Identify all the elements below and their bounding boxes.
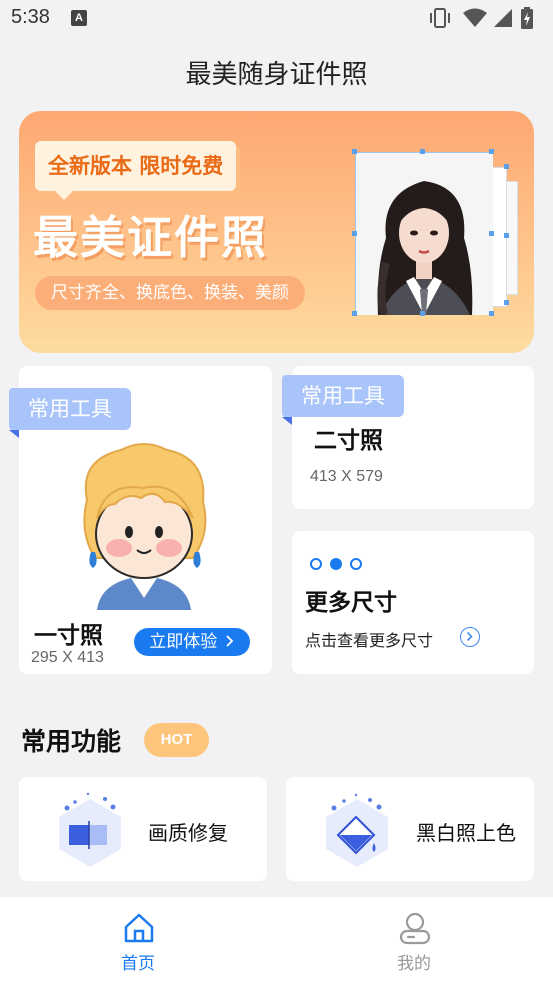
try-now-button[interactable]: 立即体验 — [134, 628, 250, 656]
photo-repair-label: 画质修复 — [148, 821, 228, 845]
profile-icon — [399, 912, 431, 945]
two-inch-tag: 常用工具 — [282, 375, 404, 425]
vibrate-icon — [430, 8, 450, 28]
tab-profile[interactable]: 我的 — [334, 897, 494, 984]
status-time: 5:38 — [11, 6, 50, 28]
tag-fold — [282, 417, 292, 425]
crop-handle — [352, 149, 357, 154]
signal-icon — [494, 9, 512, 27]
photo-repair-card[interactable]: 画质修复 — [19, 777, 267, 881]
status-icons — [428, 6, 543, 30]
arrow-right-circle-icon[interactable] — [460, 627, 480, 647]
one-inch-size: 295 X 413 — [31, 649, 104, 666]
one-inch-title: 一寸照 — [34, 623, 103, 649]
colorize-label: 黑白照上色 — [416, 821, 516, 845]
one-inch-tag: 常用工具 — [9, 388, 131, 438]
home-icon — [124, 913, 154, 943]
bottom-tab-bar: 首页 我的 — [0, 897, 553, 984]
crop-handle — [489, 231, 494, 236]
crop-handle — [489, 149, 494, 154]
portrait-image — [356, 153, 493, 317]
tag-fold — [9, 430, 19, 438]
promo-banner[interactable]: 全新版本 限时免费 最美证件照 尺寸齐全、换底色、换装、美颜 — [19, 111, 534, 353]
tab-home[interactable]: 首页 — [58, 897, 218, 984]
status-bar: 5:38 A — [0, 0, 553, 38]
photo-repair-icon — [59, 792, 121, 867]
colorize-card[interactable]: 黑白照上色 — [286, 777, 534, 881]
chevron-right-icon — [226, 635, 233, 647]
two-inch-title: 二寸照 — [314, 428, 383, 454]
tab-profile-label: 我的 — [397, 954, 431, 974]
tag-label: 常用工具 — [28, 397, 112, 421]
cartoon-avatar-illustration — [83, 443, 207, 610]
crop-handle — [352, 231, 357, 236]
wifi-icon — [463, 8, 487, 27]
sample-id-photo — [355, 152, 493, 317]
crop-handle — [504, 300, 509, 305]
more-sizes-desc: 点击查看更多尺寸 — [305, 631, 434, 650]
crop-handle — [489, 311, 494, 316]
battery-icon — [521, 7, 533, 29]
features-title: 常用功能 — [21, 727, 122, 756]
try-now-label: 立即体验 — [149, 632, 218, 652]
tab-home-label: 首页 — [121, 954, 155, 974]
hot-badge: HOT — [144, 723, 209, 757]
banner-headline: 最美证件照 — [33, 211, 269, 264]
colorize-icon — [326, 793, 388, 867]
two-inch-size: 413 X 579 — [310, 468, 383, 485]
banner-subtitle: 尺寸齐全、换底色、换装、美颜 — [35, 276, 305, 310]
more-sizes-title: 更多尺寸 — [305, 590, 397, 616]
page-title: 最美随身证件照 — [185, 60, 368, 90]
banner-tag: 全新版本 限时免费 — [35, 141, 237, 200]
crop-handle — [420, 149, 425, 154]
crop-handle — [504, 164, 509, 169]
crop-handle — [420, 311, 425, 316]
crop-handle — [504, 233, 509, 238]
crop-handle — [352, 311, 357, 316]
notification-a-icon: A — [71, 10, 87, 26]
tag-label: 常用工具 — [301, 384, 385, 408]
